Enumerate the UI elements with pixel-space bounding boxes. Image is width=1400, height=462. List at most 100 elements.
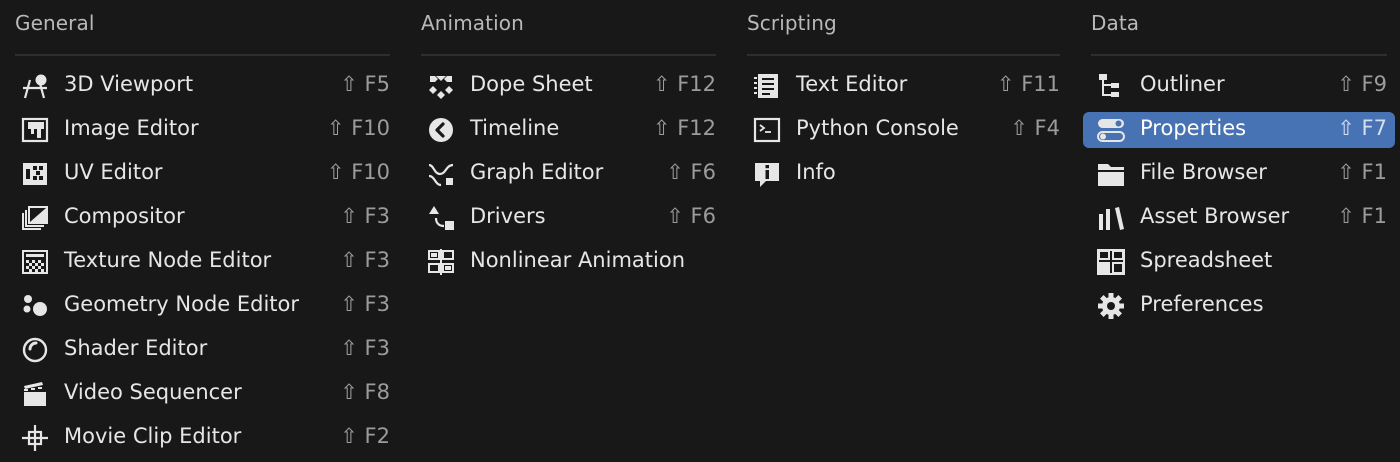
dope-sheet-icon [425,72,457,100]
shortcut-hint: ⇧ F4 [1010,116,1060,140]
shortcut-hint: ⇧ F9 [1337,72,1387,96]
menu-item-spreadsheet[interactable]: Spreadsheet [1083,244,1395,280]
menu-item-geometry-node-editor[interactable]: Geometry Node Editor ⇧ F3 [7,288,398,324]
compositor-icon [19,204,51,232]
gear-icon [1095,292,1127,320]
menu-item-label: Shader Editor [64,336,208,360]
menu-item-text-editor[interactable]: Text Editor ⇧ F11 [739,68,1068,104]
shortcut-hint: ⇧ F7 [1337,116,1387,140]
menu-item-label: Nonlinear Animation [470,248,686,272]
menu-item-label: Video Sequencer [64,380,242,404]
shortcut-hint: ⇧ F10 [326,116,390,140]
menu-item-label: UV Editor [64,160,163,184]
menu-item-label: File Browser [1140,160,1267,184]
shortcut-hint: ⇧ F5 [340,72,390,96]
menu-item-label: Outliner [1140,72,1225,96]
column-header: General [15,0,390,56]
shortcut-hint: ⇧ F3 [340,248,390,272]
geometry-node-icon [19,292,51,320]
menu-item-compositor[interactable]: Compositor ⇧ F3 [7,200,398,236]
shortcut-hint: ⇧ F10 [326,160,390,184]
menu-item-label: Asset Browser [1140,204,1290,228]
column-data: Data Outliner ⇧ F9 Properties ⇧ F7 File Brows… [1083,0,1395,462]
uv-editor-icon [19,160,51,188]
shortcut-hint: ⇧ F6 [666,160,716,184]
graph-editor-icon [425,160,457,188]
menu-item-info[interactable]: Info [739,156,1068,192]
column-general: General 3D Viewport ⇧ F5 Image Editor ⇧ F10 U… [15,0,390,462]
menu-item-label: Movie Clip Editor [64,424,242,448]
column-header: Animation [421,0,716,56]
column-title: Data [1091,11,1140,35]
python-console-icon [751,116,783,144]
menu-item-properties[interactable]: Properties ⇧ F7 [1083,112,1395,148]
info-icon [751,160,783,188]
properties-icon [1095,116,1127,144]
shortcut-hint: ⇧ F2 [340,424,390,448]
text-editor-icon [751,72,783,100]
column-animation: Animation Dope Sheet ⇧ F12 Timeline ⇧ F12 Gra… [421,0,716,462]
menu-item-outliner[interactable]: Outliner ⇧ F9 [1083,68,1395,104]
column-title: Animation [421,11,524,35]
menu-item-label: Info [796,160,836,184]
nla-icon [425,248,457,276]
shortcut-hint: ⇧ F8 [340,380,390,404]
shortcut-hint: ⇧ F3 [340,336,390,360]
shortcut-hint: ⇧ F6 [666,204,716,228]
asset-browser-icon [1095,204,1127,232]
movie-clip-icon [19,424,51,452]
menu-item-drivers[interactable]: Drivers ⇧ F6 [413,200,724,236]
menu-item-label: Timeline [470,116,560,140]
menu-item-label: Drivers [470,204,546,228]
shortcut-hint: ⇧ F11 [996,72,1060,96]
column-scripting: Scripting Text Editor ⇧ F11 Python Console ⇧… [747,0,1060,462]
menu-item-label: Dope Sheet [470,72,593,96]
image-editor-icon [19,116,51,144]
menu-item-label: Geometry Node Editor [64,292,300,316]
shortcut-hint: ⇧ F12 [652,72,716,96]
menu-item-texture-node-editor[interactable]: Texture Node Editor ⇧ F3 [7,244,398,280]
menu-item-video-sequencer[interactable]: Video Sequencer ⇧ F8 [7,376,398,412]
menu-item-movie-clip-editor[interactable]: Movie Clip Editor ⇧ F2 [7,420,398,456]
menu-item-label: Image Editor [64,116,199,140]
texture-node-icon [19,248,51,276]
menu-item-3d-viewport[interactable]: 3D Viewport ⇧ F5 [7,68,398,104]
column-title: General [15,11,95,35]
column-header: Scripting [747,0,1060,56]
menu-item-preferences[interactable]: Preferences [1083,288,1395,324]
menu-item-graph-editor[interactable]: Graph Editor ⇧ F6 [413,156,724,192]
shortcut-hint: ⇧ F1 [1337,160,1387,184]
editor-type-menu: General 3D Viewport ⇧ F5 Image Editor ⇧ F10 U… [0,0,1400,462]
menu-item-label: Graph Editor [470,160,604,184]
column-title: Scripting [747,11,837,35]
menu-item-label: Spreadsheet [1140,248,1273,272]
column-header: Data [1091,0,1387,56]
shortcut-hint: ⇧ F3 [340,204,390,228]
menu-item-uv-editor[interactable]: UV Editor ⇧ F10 [7,156,398,192]
shortcut-hint: ⇧ F1 [1337,204,1387,228]
menu-item-image-editor[interactable]: Image Editor ⇧ F10 [7,112,398,148]
menu-item-asset-browser[interactable]: Asset Browser ⇧ F1 [1083,200,1395,236]
shortcut-hint: ⇧ F12 [652,116,716,140]
video-sequencer-icon [19,380,51,408]
menu-item-timeline[interactable]: Timeline ⇧ F12 [413,112,724,148]
menu-item-shader-editor[interactable]: Shader Editor ⇧ F3 [7,332,398,368]
menu-item-python-console[interactable]: Python Console ⇧ F4 [739,112,1068,148]
menu-item-label: 3D Viewport [64,72,194,96]
menu-item-label: Properties [1140,116,1247,140]
menu-item-dope-sheet[interactable]: Dope Sheet ⇧ F12 [413,68,724,104]
menu-item-file-browser[interactable]: File Browser ⇧ F1 [1083,156,1395,192]
timeline-icon [425,116,457,144]
menu-item-label: Python Console [796,116,959,140]
outliner-icon [1095,72,1127,100]
shortcut-hint: ⇧ F3 [340,292,390,316]
menu-item-label: Texture Node Editor [64,248,272,272]
menu-item-nonlinear-animation[interactable]: Nonlinear Animation [413,244,724,280]
menu-item-label: Compositor [64,204,185,228]
shader-editor-icon [19,336,51,364]
spreadsheet-icon [1095,248,1127,276]
file-browser-icon [1095,160,1127,188]
menu-item-label: Text Editor [796,72,908,96]
viewport-3d-icon [19,72,51,100]
drivers-icon [425,204,457,232]
